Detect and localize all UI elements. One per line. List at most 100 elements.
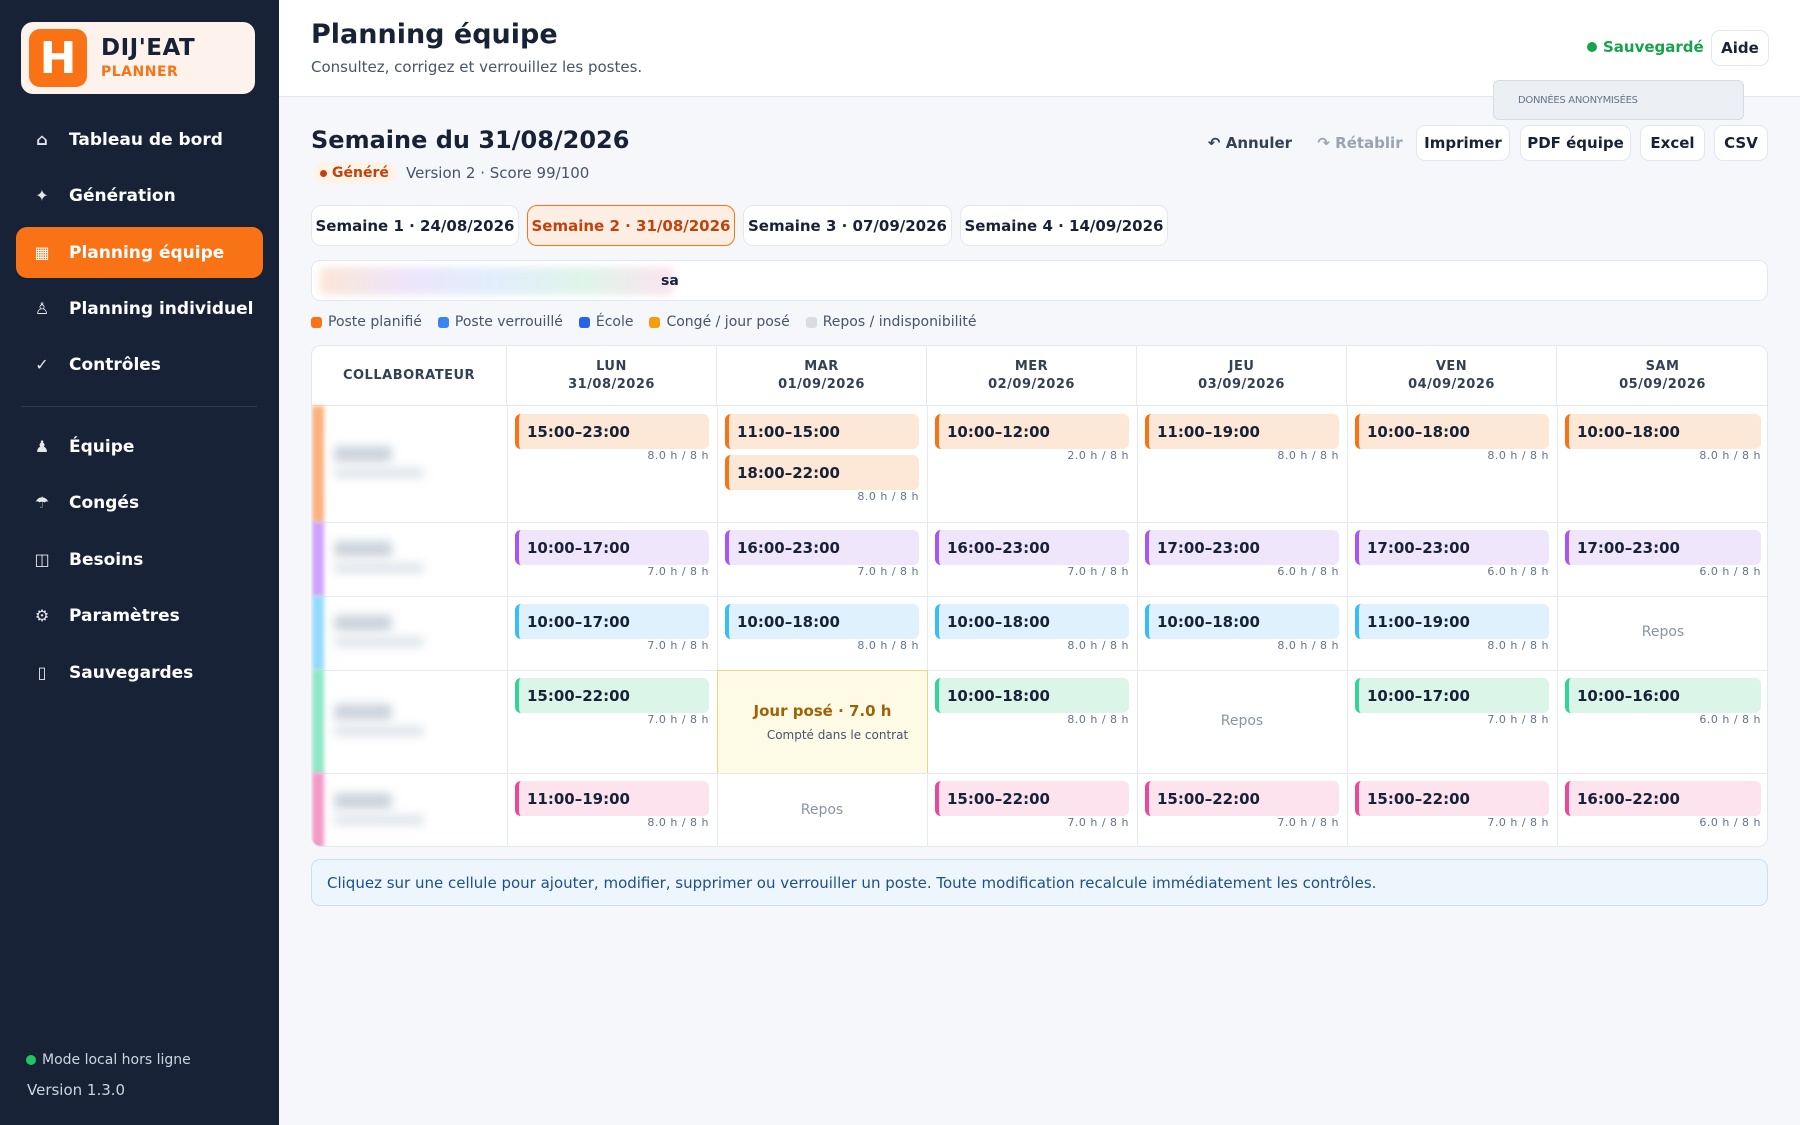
collaborator-header: COLLABORATEUR: [312, 346, 507, 406]
employee-filter-bar[interactable]: sa: [311, 260, 1768, 301]
shift-block[interactable]: 10:00–18:00: [935, 678, 1129, 713]
undo-button[interactable]: ↶ Annuler: [1200, 125, 1300, 161]
shift-block[interactable]: 10:00–18:00: [1355, 414, 1549, 449]
shift-block[interactable]: 16:00–23:00: [725, 530, 919, 565]
shift-block[interactable]: 10:00–18:00: [1145, 604, 1339, 639]
shift-block[interactable]: 11:00–19:00: [1145, 414, 1339, 449]
tab-week-3[interactable]: Semaine 3 · 07/09/2026: [743, 205, 952, 246]
status-dot-icon: [320, 169, 327, 177]
help-button[interactable]: Aide: [1711, 30, 1769, 66]
column-divider: [1347, 406, 1348, 846]
legend-item: Repos / indisponibilité: [805, 314, 976, 330]
app-subname: PLANNER: [101, 64, 179, 80]
shift-block[interactable]: 16:00–22:00: [1565, 781, 1761, 816]
save-status: Sauvegardé: [1587, 38, 1704, 56]
anonymized-name: [334, 704, 392, 720]
shift-block[interactable]: 10:00–12:00: [935, 414, 1129, 449]
tab-week-2[interactable]: Semaine 2 · 31/08/2026: [527, 205, 735, 246]
shift-block[interactable]: 10:00–18:00: [935, 604, 1129, 639]
sidebar-item-controles[interactable]: ✓ Contrôles: [16, 339, 263, 390]
shift-block[interactable]: 17:00–23:00: [1145, 530, 1339, 565]
rest-cell[interactable]: Repos: [1557, 624, 1767, 640]
shift-block[interactable]: 15:00–22:00: [1145, 781, 1339, 816]
shift-hours: 6.0 h / 8 h: [1699, 565, 1761, 578]
day-date: 05/09/2026: [1619, 377, 1706, 392]
shift-hours: 8.0 h / 8 h: [1067, 639, 1129, 652]
sidebar-item-planning-equipe[interactable]: ▦ Planning équipe: [16, 227, 263, 278]
shift-block[interactable]: 16:00–23:00: [935, 530, 1129, 565]
collaborator-cell[interactable]: [312, 406, 482, 522]
shift-block[interactable]: 15:00–23:00: [515, 414, 709, 449]
shift-hours: 7.0 h / 8 h: [1277, 816, 1339, 829]
home-icon: ⌂: [36, 130, 48, 149]
sidebar-item-label: Congés: [69, 492, 140, 513]
team-schedule-grid: COLLABORATEUR LUN 31/08/2026 MAR 01/09/2026…: [311, 345, 1768, 847]
sidebar-item-planning-individuel[interactable]: ♙ Planning individuel: [16, 283, 263, 334]
status-dot-icon: [26, 1055, 36, 1065]
sidebar-item-tableau-de-bord[interactable]: ⌂ Tableau de bord: [16, 114, 263, 165]
day-name: LUN: [596, 359, 627, 374]
rest-cell[interactable]: Repos: [717, 802, 927, 818]
pdf-team-button[interactable]: PDF équipe: [1520, 125, 1631, 161]
shift-block[interactable]: 10:00–17:00: [1355, 678, 1549, 713]
collaborator-color-bar: [312, 670, 324, 773]
sidebar-item-equipe[interactable]: ♟ Équipe: [16, 421, 263, 472]
excel-button[interactable]: Excel: [1640, 125, 1705, 161]
shift-block[interactable]: 15:00–22:00: [515, 678, 709, 713]
day-header: JEU 03/09/2026: [1137, 346, 1347, 406]
saved-dot-icon: [1587, 42, 1597, 52]
redo-button[interactable]: ↷ Rétablir: [1310, 125, 1410, 161]
sidebar-item-sauvegardes[interactable]: ▯ Sauvegardes: [16, 647, 263, 698]
tab-week-1[interactable]: Semaine 1 · 24/08/2026: [311, 205, 519, 246]
collaborator-cell[interactable]: [312, 670, 482, 773]
shift-block[interactable]: 10:00–16:00: [1565, 678, 1761, 713]
shift-hours: 7.0 h / 8 h: [647, 639, 709, 652]
shift-block[interactable]: 10:00–18:00: [1565, 414, 1761, 449]
rest-cell[interactable]: Repos: [1137, 713, 1347, 729]
collaborator-cell[interactable]: [312, 596, 482, 670]
shift-block[interactable]: 17:00–23:00: [1565, 530, 1761, 565]
app-logo[interactable]: H DIJ'EAT PLANNER: [21, 22, 255, 94]
shift-hours: 7.0 h / 8 h: [1487, 713, 1549, 726]
legend-swatch: [311, 316, 322, 328]
csv-button[interactable]: CSV: [1714, 125, 1768, 161]
sidebar: H DIJ'EAT PLANNER ⌂ Tableau de bord ✦ Gé…: [0, 0, 279, 1125]
sidebar-item-generation[interactable]: ✦ Génération: [16, 170, 263, 221]
gear-icon: ⚙: [34, 606, 50, 625]
legend-item: Congé / jour posé: [649, 314, 790, 330]
tab-week-4[interactable]: Semaine 4 · 14/09/2026: [960, 205, 1168, 246]
day-header: SAM 05/09/2026: [1557, 346, 1767, 406]
anonymized-details: [334, 726, 424, 736]
shift-block[interactable]: 11:00–19:00: [1355, 604, 1549, 639]
legend-item: École: [578, 314, 633, 330]
day-date: 02/09/2026: [988, 377, 1075, 392]
shift-block[interactable]: 10:00–18:00: [725, 604, 919, 639]
legend-swatch: [578, 316, 590, 328]
leave-cell[interactable]: Jour posé · 7.0 h Compté dans le contrat: [717, 670, 928, 774]
shift-hours: 7.0 h / 8 h: [857, 565, 919, 578]
day-header: LUN 31/08/2026: [507, 346, 717, 406]
shift-block[interactable]: 15:00–22:00: [1355, 781, 1549, 816]
shift-block[interactable]: 11:00–15:00: [725, 414, 919, 449]
shift-hours: 8.0 h / 8 h: [647, 449, 709, 462]
sidebar-item-parametres[interactable]: ⚙ Paramètres: [16, 590, 263, 641]
anonymized-name: [334, 446, 392, 462]
legend-swatch: [437, 316, 449, 328]
shift-block[interactable]: 10:00–17:00: [515, 530, 709, 565]
shift-block[interactable]: 11:00–19:00: [515, 781, 709, 816]
sidebar-item-label: Tableau de bord: [69, 129, 223, 150]
sidebar-item-besoins[interactable]: ◫ Besoins: [16, 534, 263, 585]
collaborator-cell[interactable]: [312, 522, 482, 596]
shift-block[interactable]: 18:00–22:00: [725, 455, 919, 490]
sidebar-item-conges[interactable]: ☂ Congés: [16, 477, 263, 528]
anonymized-details: [334, 637, 424, 647]
print-button[interactable]: Imprimer: [1416, 125, 1510, 161]
day-header: MER 02/09/2026: [927, 346, 1137, 406]
status-badge: Généré: [313, 162, 396, 184]
shift-block[interactable]: 17:00–23:00: [1355, 530, 1549, 565]
collaborator-color-bar: [312, 596, 324, 670]
legend-swatch: [649, 316, 661, 328]
shift-block[interactable]: 15:00–22:00: [935, 781, 1129, 816]
shift-block[interactable]: 10:00–17:00: [515, 604, 709, 639]
collaborator-cell[interactable]: [312, 773, 482, 846]
